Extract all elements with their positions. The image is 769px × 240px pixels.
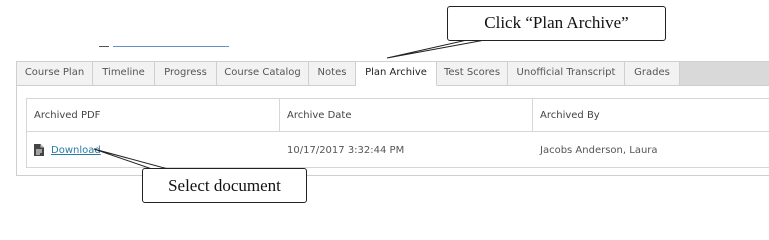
stage: Course Plan Timeline Progress Course Cat… [0,0,769,212]
callout-select-document: Select document [142,168,307,203]
callout-click-plan-archive: Click “Plan Archive” [447,6,666,41]
